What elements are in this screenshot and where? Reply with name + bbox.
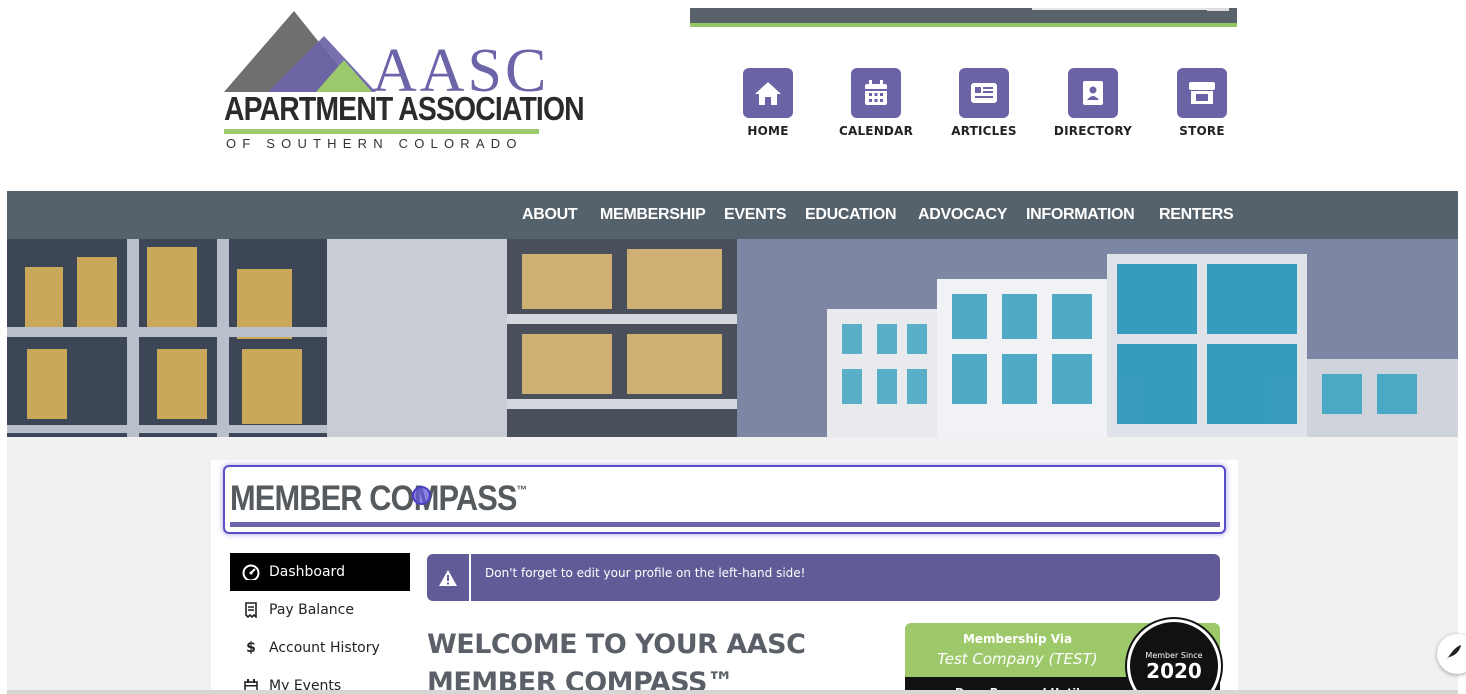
sidebar-item-label: Account History <box>269 640 380 656</box>
quick-link-label: STORE <box>1179 124 1225 138</box>
alert-text: Don't forget to edit your profile on the… <box>485 566 806 580</box>
aasc-logo[interactable]: AASC APARTMENT ASSOCIATION OF SOUTHERN C… <box>224 8 585 153</box>
quick-link-label: DIRECTORY <box>1053 124 1133 138</box>
nav-item-membership[interactable]: MEMBERSHIP <box>600 206 706 224</box>
profile-alert: Don't forget to edit your profile on the… <box>427 554 1220 601</box>
feather-icon <box>1445 643 1463 666</box>
sidebar-item-dashboard[interactable]: Dashboard <box>230 553 410 591</box>
logo-divider <box>224 129 539 134</box>
warning-icon <box>427 554 469 601</box>
quick-link-label: ARTICLES <box>951 124 1017 138</box>
alert-divider <box>469 554 471 601</box>
dollar-icon: $ <box>246 640 256 656</box>
membership-via-label: Membership Via <box>962 632 1073 646</box>
top-search-input[interactable] <box>1032 8 1207 10</box>
page-title: MEMBER COMPASS™ <box>230 479 528 518</box>
nav-item-information[interactable]: INFORMATION <box>1026 206 1135 224</box>
newspaper-icon <box>959 68 1009 118</box>
nav-item-renters[interactable]: RENTERS <box>1159 206 1234 224</box>
sidebar: Dashboard Pay Balance $ Account History … <box>230 553 410 694</box>
logo-subtitle: OF SOUTHERN COLORADO <box>226 136 523 151</box>
quick-link-label: CALENDAR <box>838 124 914 138</box>
hero-banner-image <box>7 239 1458 437</box>
viewport-bottom-edge <box>7 690 1458 694</box>
home-icon <box>743 68 793 118</box>
dashboard-icon <box>241 564 261 580</box>
nav-item-advocacy[interactable]: ADVOCACY <box>918 206 1007 224</box>
receipt-icon <box>241 602 261 618</box>
membership-company: Test Company (TEST) <box>937 650 1098 668</box>
sidebar-item-label: Dashboard <box>269 564 345 580</box>
nav-item-about[interactable]: ABOUT <box>522 206 578 224</box>
store-icon <box>1177 68 1227 118</box>
page-title-box: MEMBER COMPASS™ <box>223 465 1226 534</box>
quick-link-label: HOME <box>747 124 789 138</box>
main-nav: ABOUT MEMBERSHIP EVENTS EDUCATION ADVOCA… <box>7 191 1458 239</box>
nav-item-events[interactable]: EVENTS <box>724 206 787 224</box>
calendar-icon <box>851 68 901 118</box>
quick-link-home[interactable]: HOME <box>718 68 818 138</box>
quick-link-directory[interactable]: DIRECTORY <box>1043 68 1143 138</box>
quick-link-articles[interactable]: ARTICLES <box>934 68 1034 138</box>
trademark-mark: ™ <box>516 483 528 497</box>
quick-link-store[interactable]: STORE <box>1152 68 1252 138</box>
logo-title: APARTMENT ASSOCIATION <box>224 90 585 127</box>
cursor-indicator <box>412 486 431 505</box>
top-utility-bar <box>690 8 1237 23</box>
sidebar-item-pay-balance[interactable]: Pay Balance <box>230 591 410 629</box>
sidebar-item-label: Pay Balance <box>269 602 354 618</box>
welcome-heading: WELCOME TO YOUR AASC MEMBER COMPASS™ <box>427 626 867 694</box>
member-since-year: 2020 <box>1146 659 1202 683</box>
sidebar-item-account-history[interactable]: $ Account History <box>230 629 410 667</box>
address-book-icon <box>1068 68 1118 118</box>
quick-link-calendar[interactable]: CALENDAR <box>826 68 926 138</box>
top-utility-accent <box>690 23 1237 27</box>
top-search-button[interactable] <box>1207 8 1229 11</box>
nav-item-education[interactable]: EDUCATION <box>805 206 897 224</box>
title-underline <box>230 522 1220 527</box>
welcome-line-1: WELCOME TO YOUR AASC <box>427 629 806 660</box>
